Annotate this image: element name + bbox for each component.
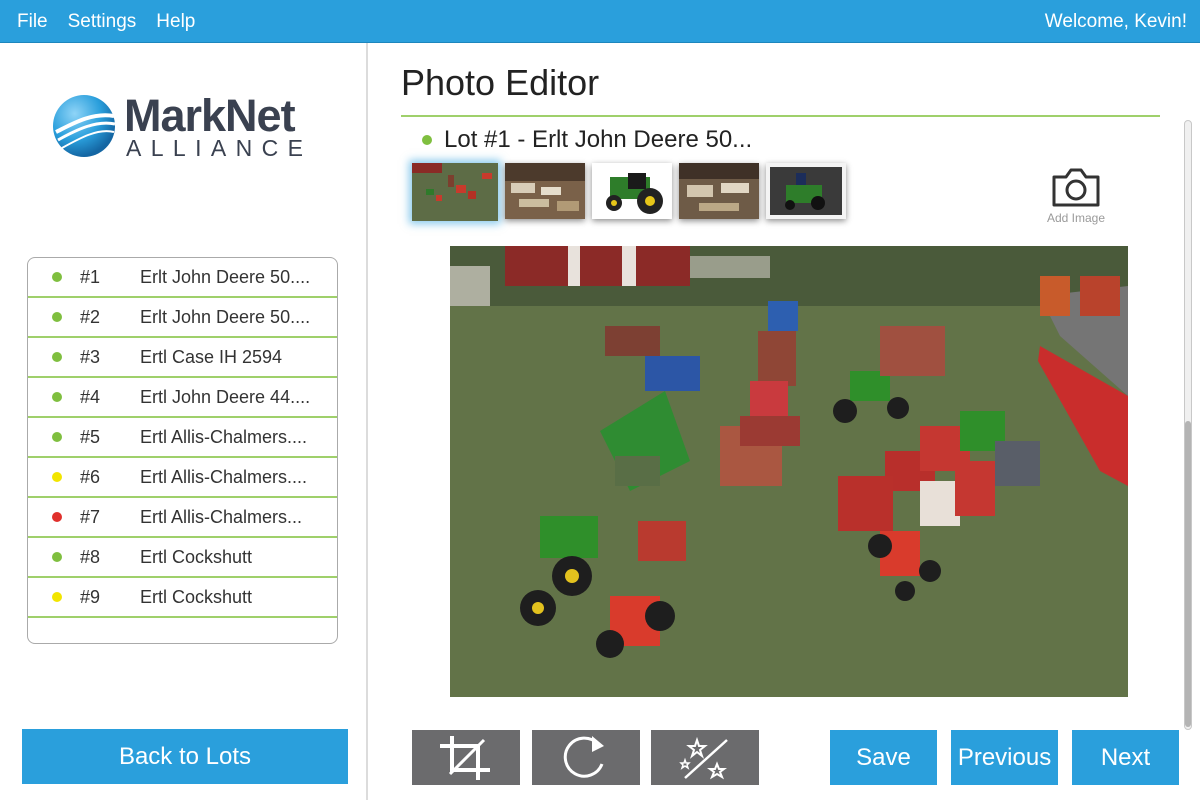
lot-list: #1 Erlt John Deere 50.... #2 Erlt John Deer… [27,257,338,644]
thumbnail-image [766,163,846,219]
thumbnail-1[interactable] [412,163,498,221]
lot-name: Erlt John Deere 50.... [140,306,311,327]
vertical-scrollbar[interactable] [1184,120,1192,730]
top-bar: File Settings Help Welcome, Kevin! [0,0,1200,43]
next-button[interactable]: Next [1072,730,1179,785]
marknet-logo: MarkNet ALLIANCE [52,90,322,162]
thumbnail-4[interactable] [679,163,759,219]
lot-number: #4 [80,386,101,407]
lot-number: #2 [80,306,101,327]
page-title: Photo Editor [401,62,600,103]
lot-row-1[interactable]: #1 Erlt John Deere 50.... [28,258,337,298]
lot-row-5[interactable]: #5 Ertl Allis-Chalmers.... [28,418,337,458]
status-dot [52,512,62,522]
add-image-label: Add Image [1046,211,1106,225]
magic-wand-icon [679,736,728,779]
current-lot-heading: Lot #1 - Erlt John Deere 50... [422,126,752,154]
lot-name: Ertl Allis-Chalmers.... [140,466,308,487]
menu-settings[interactable]: Settings [68,11,137,33]
status-dot [52,352,62,362]
thumbnail-3[interactable] [592,163,672,219]
thumbnail-image [592,163,672,219]
lot-photo [450,246,1128,697]
lot-row-3[interactable]: #3 Ertl Case IH 2594 [28,338,337,378]
lot-number: #3 [80,346,101,367]
menu-help[interactable]: Help [156,11,195,33]
lot-name: Erlt John Deere 50.... [140,266,311,287]
thumbnail-image [412,163,498,221]
enhance-tool-button[interactable] [651,730,759,785]
lot-number: #7 [80,506,101,527]
lot-name: Ertl Cockshutt [140,586,253,607]
globe-icon [53,95,116,157]
scrollbar-thumb[interactable] [1185,421,1191,727]
lot-name: Ertl Allis-Chalmers.... [140,426,308,447]
lot-row-6[interactable]: #6 Ertl Allis-Chalmers.... [28,458,337,498]
sidebar: MarkNet ALLIANCE #1 Erlt John Deere 50...… [0,43,368,800]
lot-heading-text: Lot #1 - Erlt John Deere 50... [444,126,753,153]
rotate-tool-button[interactable] [532,730,640,785]
lot-name: Ertl Allis-Chalmers... [140,506,303,527]
lot-number: #1 [80,266,101,287]
logo-wordmark: MarkNet [124,90,296,141]
rotate-icon [563,735,604,778]
add-image-button[interactable]: Add Image [1042,165,1110,225]
status-dot [52,592,62,602]
lot-row-7[interactable]: #7 Ertl Allis-Chalmers... [28,498,337,538]
thumbnail-image [505,163,585,219]
lot-row-4[interactable]: #4 Ertl John Deere 44.... [28,378,337,418]
status-dot [52,272,62,282]
thumbnail-5[interactable] [766,163,846,219]
lot-number: #8 [80,546,101,567]
lot-row-9[interactable]: #9 Ertl Cockshutt [28,578,337,618]
welcome-message: Welcome, Kevin! [1044,10,1187,32]
logo-subtitle: ALLIANCE [126,135,313,161]
title-divider [401,115,1160,117]
lot-number: #6 [80,466,101,487]
thumbnail-strip [412,163,846,221]
status-dot [52,392,62,402]
lot-status-dot [422,135,432,145]
lot-name: Ertl John Deere 44.... [140,386,311,407]
photo-canvas[interactable] [450,246,1128,697]
lot-number: #5 [80,426,101,447]
lot-name: Ertl Case IH 2594 [140,346,283,367]
lot-number: #9 [80,586,101,607]
crop-icon [440,735,490,780]
menu-file[interactable]: File [17,11,48,33]
crop-tool-button[interactable] [412,730,520,785]
status-dot [52,552,62,562]
status-dot [52,432,62,442]
back-to-lots-button[interactable]: Back to Lots [22,729,348,784]
lot-row-2[interactable]: #2 Erlt John Deere 50.... [28,298,337,338]
thumbnail-2[interactable] [505,163,585,219]
menu-bar: File Settings Help [17,0,195,43]
thumbnail-image [679,163,759,219]
status-dot [52,472,62,482]
status-dot [52,312,62,322]
lot-name: Ertl Cockshutt [140,546,253,567]
save-button[interactable]: Save [830,730,937,785]
main-panel: Photo Editor Lot #1 - Erlt John Deere 50… [370,43,1200,800]
previous-button[interactable]: Previous [951,730,1058,785]
camera-icon [1052,168,1100,207]
lot-row-8[interactable]: #8 Ertl Cockshutt [28,538,337,578]
